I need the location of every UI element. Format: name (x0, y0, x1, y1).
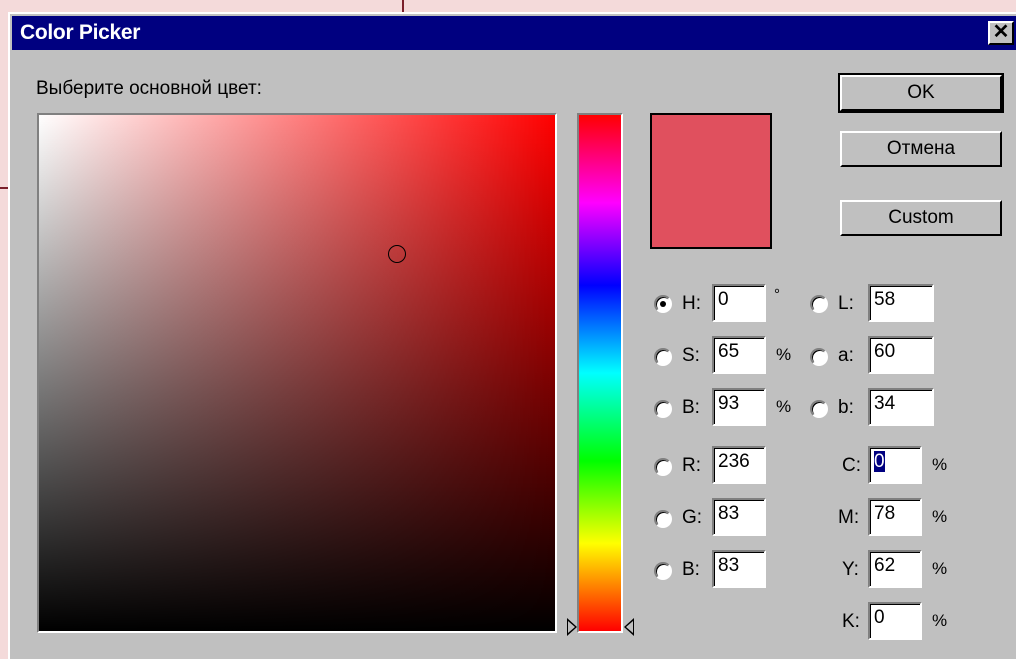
current-color-swatch (650, 113, 772, 249)
yellow-input[interactable]: 62 (868, 550, 922, 588)
hue-slider-left-arrow-icon[interactable] (567, 618, 577, 636)
black-input[interactable]: 0 (868, 602, 922, 640)
magenta-input[interactable]: 78 (868, 498, 922, 536)
label-cyan: C: (842, 455, 861, 476)
cyan-input[interactable]: 0 (868, 446, 922, 484)
cancel-button[interactable]: Отмена (840, 131, 1002, 167)
percent-unit-y: % (932, 559, 948, 578)
color-field[interactable] (37, 113, 557, 633)
title-bar[interactable]: Color Picker ✕ (12, 16, 1016, 50)
radio-lab-l[interactable] (810, 295, 828, 313)
color-picker-dialog: Color Picker ✕ Выберите основной цвет: O… (8, 12, 1016, 659)
hue-slider-right-arrow-icon[interactable] (624, 618, 634, 636)
percent-unit-s: % (776, 345, 792, 364)
label-red: R: (682, 455, 701, 476)
label-hue: H: (682, 293, 701, 314)
radio-hue[interactable] (654, 295, 672, 313)
close-icon[interactable]: ✕ (988, 21, 1014, 45)
label-yellow: Y: (842, 559, 859, 580)
brightness-input[interactable]: 93 (712, 388, 766, 426)
label-lab-l: L: (838, 293, 854, 314)
label-brightness: B: (682, 397, 700, 418)
label-saturation: S: (682, 345, 700, 366)
percent-unit-k: % (932, 611, 948, 630)
radio-brightness[interactable] (654, 400, 672, 418)
degree-unit: ° (774, 286, 780, 303)
radio-blue[interactable] (654, 562, 672, 580)
label-green: G: (682, 507, 703, 528)
blue-input[interactable]: 83 (712, 550, 766, 588)
radio-lab-b[interactable] (810, 400, 828, 418)
window-title: Color Picker (20, 21, 141, 44)
radio-green[interactable] (654, 510, 672, 528)
label-magenta: M: (838, 507, 860, 528)
prompt-label: Выберите основной цвет: (36, 78, 262, 99)
label-blue: B: (682, 559, 700, 580)
color-field-marker[interactable] (388, 245, 406, 263)
radio-lab-a[interactable] (810, 348, 828, 366)
ok-button[interactable]: OK (838, 73, 1004, 113)
green-input[interactable]: 83 (712, 498, 766, 536)
radio-red[interactable] (654, 458, 672, 476)
custom-button[interactable]: Custom (840, 200, 1002, 236)
percent-unit-m: % (932, 507, 948, 526)
percent-unit-c: % (932, 455, 948, 474)
hue-input[interactable]: 0 (712, 284, 766, 322)
label-lab-b: b: (838, 397, 854, 418)
red-input[interactable]: 236 (712, 446, 766, 484)
hue-slider[interactable] (577, 113, 623, 633)
percent-unit-b: % (776, 397, 792, 416)
lab-b-input[interactable]: 34 (868, 388, 934, 426)
lab-a-input[interactable]: 60 (868, 336, 934, 374)
label-lab-a: a: (838, 345, 854, 366)
radio-saturation[interactable] (654, 348, 672, 366)
saturation-input[interactable]: 65 (712, 336, 766, 374)
lab-l-input[interactable]: 58 (868, 284, 934, 322)
label-black: K: (842, 611, 860, 632)
